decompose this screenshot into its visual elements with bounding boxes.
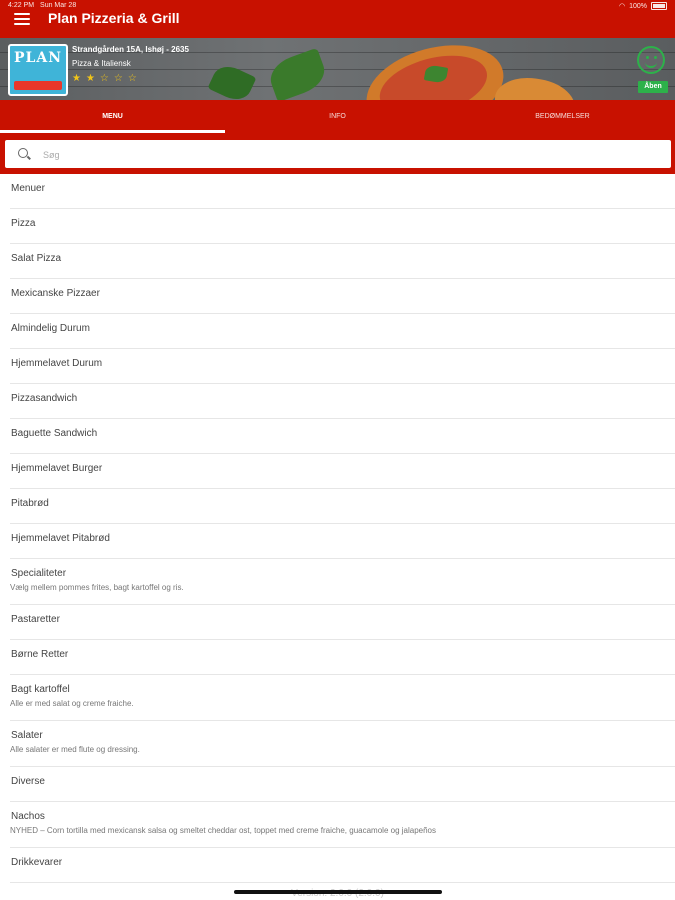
open-status-badge: Åben (638, 81, 668, 93)
restaurant-address: Strandgården 15A, Ishøj - 2635 (72, 45, 189, 54)
menu-category-name: Hjemmelavet Burger (11, 463, 103, 474)
battery-icon (651, 2, 667, 10)
menu-category-description: Alle er med salat og creme fraiche. (10, 699, 134, 708)
menu-category-name: Menuer (11, 183, 45, 194)
restaurant-banner: PLAN Strandgården 15A, Ishøj - 2635 Pizz… (0, 38, 675, 100)
menu-category-item[interactable]: Baguette Sandwich (10, 419, 675, 454)
search-icon (18, 148, 28, 158)
menu-category-name: Hjemmelavet Pitabrød (11, 533, 110, 544)
menu-category-item[interactable]: Drikkevarer (10, 848, 675, 883)
menu-category-item[interactable]: Hjemmelavet Burger (10, 454, 675, 489)
menu-category-name: Mexicanske Pizzaer (11, 288, 100, 299)
home-indicator (234, 890, 442, 894)
menu-category-list: Menuer Pizza Salat Pizza Mexicanske Pizzaer… (0, 174, 675, 883)
search-bar (0, 134, 675, 174)
menu-category-name: Baguette Sandwich (11, 428, 98, 439)
tab-info[interactable]: INFO (225, 100, 450, 134)
status-time-text: 4:22 PM (8, 2, 35, 9)
menu-category-name: Bagt kartoffel (11, 684, 70, 695)
menu-category-name: Specialiteter (11, 568, 67, 579)
pizza-slice-image (495, 78, 575, 100)
menu-category-description: Alle salater er med flute og dressing. (10, 745, 140, 754)
menu-category-item[interactable]: Nachos NYHED – Corn tortilla med mexicans… (10, 802, 675, 848)
menu-category-description: Vælg mellem pommes frites, bagt kartoffe… (10, 583, 184, 592)
search-input[interactable] (41, 144, 645, 166)
menu-category-item[interactable]: Børne Retter (10, 640, 675, 675)
tab-menu[interactable]: MENU (0, 100, 225, 134)
rating-stars: ★★☆☆☆ (72, 73, 142, 84)
menu-category-name: Pizzasandwich (11, 393, 78, 404)
menu-category-item[interactable]: Hjemmelavet Durum (10, 349, 675, 384)
smiley-icon (637, 46, 665, 74)
menu-category-name: Drikkevarer (11, 857, 63, 868)
menu-category-item[interactable]: Salater Alle salater er med flute og dres… (10, 721, 675, 767)
menu-category-name: Børne Retter (11, 649, 69, 660)
battery-percent: 100% (629, 2, 647, 10)
menu-category-item[interactable]: Pitabrød (10, 489, 675, 524)
menu-category-name: Hjemmelavet Durum (11, 358, 103, 369)
logo-text: PLAN (13, 50, 63, 66)
menu-category-name: Salat Pizza (11, 253, 62, 264)
status-indicators: ◠ 100% (619, 2, 667, 10)
menu-category-item[interactable]: Pizzasandwich (10, 384, 675, 419)
tab-bar: MENU INFO BEDØMMELSER (0, 100, 675, 134)
menu-category-item[interactable]: Pastaretter (10, 605, 675, 640)
menu-category-item[interactable]: Diverse (10, 767, 675, 802)
menu-category-name: Salater (11, 730, 43, 741)
menu-category-item[interactable]: Mexicanske Pizzaer (10, 279, 675, 314)
restaurant-cuisine: Pizza & Italiensk (72, 59, 131, 68)
restaurant-logo: PLAN (8, 44, 68, 96)
tab-reviews[interactable]: BEDØMMELSER (450, 100, 675, 134)
status-date-text: Sun Mar 28 (40, 2, 77, 9)
menu-category-name: Pitabrød (11, 498, 49, 509)
hamburger-menu-icon[interactable] (14, 13, 30, 25)
menu-category-item[interactable]: Bagt kartoffel Alle er med salat og creme… (10, 675, 675, 721)
menu-category-name: Pastaretter (11, 614, 60, 625)
menu-category-item[interactable]: Hjemmelavet Pitabrød (10, 524, 675, 559)
search-box[interactable] (5, 140, 671, 168)
menu-category-name: Nachos (11, 811, 45, 822)
menu-category-item[interactable]: Pizza (10, 209, 675, 244)
menu-category-name: Almindelig Durum (11, 323, 90, 334)
basil-leaf-image (265, 47, 330, 100)
menu-category-item[interactable]: Specialiteter Vælg mellem pommes frites, … (10, 559, 675, 605)
wifi-icon: ◠ (618, 3, 626, 10)
menu-category-name: Diverse (11, 776, 45, 787)
page-title: Plan Pizzeria & Grill (48, 10, 180, 26)
menu-category-item[interactable]: Salat Pizza (10, 244, 675, 279)
basil-leaf-image (207, 60, 257, 100)
status-time: 4:22 PM Sun Mar 28 (8, 2, 76, 9)
menu-category-item[interactable]: Menuer (10, 174, 675, 209)
menu-category-name: Pizza (11, 218, 36, 229)
menu-category-item[interactable]: Almindelig Durum (10, 314, 675, 349)
logo-ribbon (14, 81, 62, 90)
menu-category-description: NYHED – Corn tortilla med mexicansk sals… (10, 826, 436, 835)
active-tab-indicator (0, 130, 225, 133)
app-bar: 4:22 PM Sun Mar 28 ◠ 100% Plan Pizzeria … (0, 0, 675, 38)
